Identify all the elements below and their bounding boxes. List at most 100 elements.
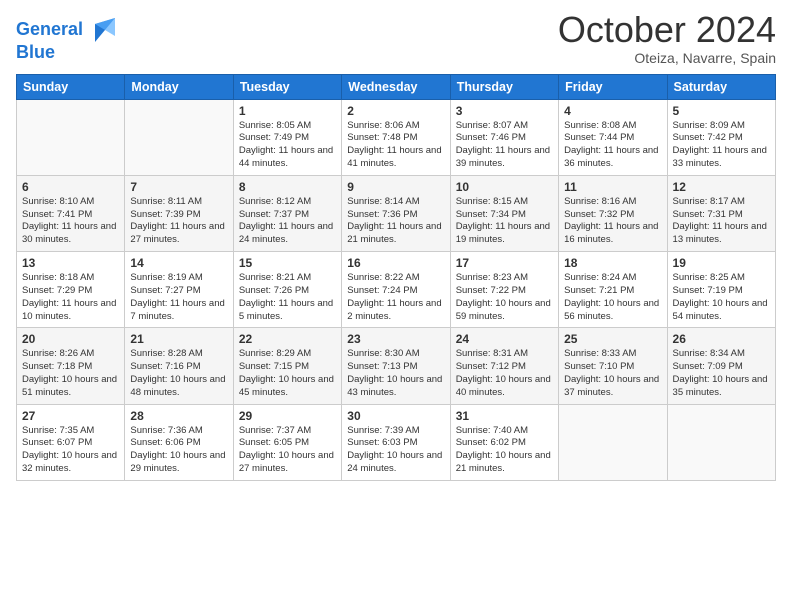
cell-details: Sunrise: 7:40 AM Sunset: 6:02 PM Dayligh… <box>456 425 553 476</box>
table-row: 9Sunrise: 8:14 AM Sunset: 7:36 PM Daylig… <box>342 175 450 251</box>
day-number: 10 <box>456 180 553 194</box>
day-number: 15 <box>239 256 336 270</box>
col-thursday: Thursday <box>450 74 558 99</box>
cell-details: Sunrise: 8:26 AM Sunset: 7:18 PM Dayligh… <box>22 348 119 399</box>
cell-details: Sunrise: 8:11 AM Sunset: 7:39 PM Dayligh… <box>130 196 227 247</box>
cell-details: Sunrise: 8:21 AM Sunset: 7:26 PM Dayligh… <box>239 272 336 323</box>
cell-details: Sunrise: 8:22 AM Sunset: 7:24 PM Dayligh… <box>347 272 444 323</box>
day-number: 23 <box>347 332 444 346</box>
day-number: 22 <box>239 332 336 346</box>
day-number: 17 <box>456 256 553 270</box>
cell-details: Sunrise: 8:06 AM Sunset: 7:48 PM Dayligh… <box>347 120 444 171</box>
table-row <box>667 404 775 480</box>
table-row: 22 Sunrise: 8:29 AM Sunset: 7:15 PM Dayli… <box>233 328 341 404</box>
table-row: 24Sunrise: 8:31 AM Sunset: 7:12 PM Dayli… <box>450 328 558 404</box>
table-row: 2 Sunrise: 8:06 AM Sunset: 7:48 PM Daylig… <box>342 99 450 175</box>
table-row <box>125 99 233 175</box>
day-number: 6 <box>22 180 119 194</box>
day-number: 5 <box>673 104 770 118</box>
table-row: 3Sunrise: 8:07 AM Sunset: 7:46 PM Daylig… <box>450 99 558 175</box>
day-number: 3 <box>456 104 553 118</box>
day-number: 18 <box>564 256 661 270</box>
day-number: 25 <box>564 332 661 346</box>
table-row: 29Sunrise: 7:37 AM Sunset: 6:05 PM Dayli… <box>233 404 341 480</box>
page: General Blue October 2024 Oteiza, Navarr… <box>0 0 792 612</box>
table-row: 11Sunrise: 8:16 AM Sunset: 7:32 PM Dayli… <box>559 175 667 251</box>
cell-details: Sunrise: 8:23 AM Sunset: 7:22 PM Dayligh… <box>456 272 553 323</box>
col-friday: Friday <box>559 74 667 99</box>
calendar-week-2: 6 Sunrise: 8:10 AM Sunset: 7:41 PM Daylig… <box>17 175 776 251</box>
day-number: 12 <box>673 180 770 194</box>
table-row: 26 Sunrise: 8:34 AM Sunset: 7:09 PM Dayli… <box>667 328 775 404</box>
table-row: 14 Sunrise: 8:19 AM Sunset: 7:27 PM Dayli… <box>125 252 233 328</box>
table-row: 16 Sunrise: 8:22 AM Sunset: 7:24 PM Dayli… <box>342 252 450 328</box>
col-saturday: Saturday <box>667 74 775 99</box>
cell-details: Sunrise: 8:05 AM Sunset: 7:49 PM Dayligh… <box>239 120 336 171</box>
cell-details: Sunrise: 8:25 AM Sunset: 7:19 PM Dayligh… <box>673 272 770 323</box>
cell-details: Sunrise: 8:12 AM Sunset: 7:37 PM Dayligh… <box>239 196 336 247</box>
logo-icon <box>87 14 119 46</box>
day-number: 29 <box>239 409 336 423</box>
table-row: 25 Sunrise: 8:33 AM Sunset: 7:10 PM Dayli… <box>559 328 667 404</box>
table-row: 6 Sunrise: 8:10 AM Sunset: 7:41 PM Daylig… <box>17 175 125 251</box>
cell-details: Sunrise: 7:39 AM Sunset: 6:03 PM Dayligh… <box>347 425 444 476</box>
table-row: 21Sunrise: 8:28 AM Sunset: 7:16 PM Dayli… <box>125 328 233 404</box>
table-row <box>17 99 125 175</box>
day-number: 24 <box>456 332 553 346</box>
cell-details: Sunrise: 8:29 AM Sunset: 7:15 PM Dayligh… <box>239 348 336 399</box>
logo-text: General <box>16 20 83 40</box>
table-row: 30 Sunrise: 7:39 AM Sunset: 6:03 PM Dayli… <box>342 404 450 480</box>
month-title: October 2024 <box>558 10 776 50</box>
cell-details: Sunrise: 8:30 AM Sunset: 7:13 PM Dayligh… <box>347 348 444 399</box>
cell-details: Sunrise: 8:24 AM Sunset: 7:21 PM Dayligh… <box>564 272 661 323</box>
cell-details: Sunrise: 8:09 AM Sunset: 7:42 PM Dayligh… <box>673 120 770 171</box>
calendar-table: Sunday Monday Tuesday Wednesday Thursday… <box>16 74 776 481</box>
table-row: 4 Sunrise: 8:08 AM Sunset: 7:44 PM Daylig… <box>559 99 667 175</box>
cell-details: Sunrise: 8:19 AM Sunset: 7:27 PM Dayligh… <box>130 272 227 323</box>
table-row: 15 Sunrise: 8:21 AM Sunset: 7:26 PM Dayli… <box>233 252 341 328</box>
day-number: 7 <box>130 180 227 194</box>
cell-details: Sunrise: 8:18 AM Sunset: 7:29 PM Dayligh… <box>22 272 119 323</box>
table-row: 19 Sunrise: 8:25 AM Sunset: 7:19 PM Dayli… <box>667 252 775 328</box>
calendar-week-3: 13 Sunrise: 8:18 AM Sunset: 7:29 PM Dayli… <box>17 252 776 328</box>
table-row: 18 Sunrise: 8:24 AM Sunset: 7:21 PM Dayli… <box>559 252 667 328</box>
cell-details: Sunrise: 8:17 AM Sunset: 7:31 PM Dayligh… <box>673 196 770 247</box>
table-row: 7 Sunrise: 8:11 AM Sunset: 7:39 PM Daylig… <box>125 175 233 251</box>
col-monday: Monday <box>125 74 233 99</box>
table-row <box>559 404 667 480</box>
day-number: 31 <box>456 409 553 423</box>
day-number: 28 <box>130 409 227 423</box>
cell-details: Sunrise: 8:33 AM Sunset: 7:10 PM Dayligh… <box>564 348 661 399</box>
title-block: October 2024 Oteiza, Navarre, Spain <box>558 10 776 66</box>
col-tuesday: Tuesday <box>233 74 341 99</box>
day-number: 14 <box>130 256 227 270</box>
day-number: 13 <box>22 256 119 270</box>
cell-details: Sunrise: 8:08 AM Sunset: 7:44 PM Dayligh… <box>564 120 661 171</box>
day-number: 1 <box>239 104 336 118</box>
day-number: 4 <box>564 104 661 118</box>
cell-details: Sunrise: 8:10 AM Sunset: 7:41 PM Dayligh… <box>22 196 119 247</box>
cell-details: Sunrise: 8:15 AM Sunset: 7:34 PM Dayligh… <box>456 196 553 247</box>
day-number: 16 <box>347 256 444 270</box>
calendar-header-row: Sunday Monday Tuesday Wednesday Thursday… <box>17 74 776 99</box>
table-row: 12 Sunrise: 8:17 AM Sunset: 7:31 PM Dayli… <box>667 175 775 251</box>
table-row: 8Sunrise: 8:12 AM Sunset: 7:37 PM Daylig… <box>233 175 341 251</box>
cell-details: Sunrise: 7:36 AM Sunset: 6:06 PM Dayligh… <box>130 425 227 476</box>
table-row: 10 Sunrise: 8:15 AM Sunset: 7:34 PM Dayli… <box>450 175 558 251</box>
cell-details: Sunrise: 8:16 AM Sunset: 7:32 PM Dayligh… <box>564 196 661 247</box>
cell-details: Sunrise: 8:34 AM Sunset: 7:09 PM Dayligh… <box>673 348 770 399</box>
day-number: 2 <box>347 104 444 118</box>
table-row: 5 Sunrise: 8:09 AM Sunset: 7:42 PM Daylig… <box>667 99 775 175</box>
day-number: 9 <box>347 180 444 194</box>
table-row: 31 Sunrise: 7:40 AM Sunset: 6:02 PM Dayli… <box>450 404 558 480</box>
col-wednesday: Wednesday <box>342 74 450 99</box>
table-row: 1 Sunrise: 8:05 AM Sunset: 7:49 PM Daylig… <box>233 99 341 175</box>
table-row: 17 Sunrise: 8:23 AM Sunset: 7:22 PM Dayli… <box>450 252 558 328</box>
day-number: 26 <box>673 332 770 346</box>
calendar-week-1: 1 Sunrise: 8:05 AM Sunset: 7:49 PM Daylig… <box>17 99 776 175</box>
calendar-week-4: 20 Sunrise: 8:26 AM Sunset: 7:18 PM Dayli… <box>17 328 776 404</box>
day-number: 20 <box>22 332 119 346</box>
day-number: 19 <box>673 256 770 270</box>
logo: General Blue <box>16 14 119 63</box>
day-number: 30 <box>347 409 444 423</box>
